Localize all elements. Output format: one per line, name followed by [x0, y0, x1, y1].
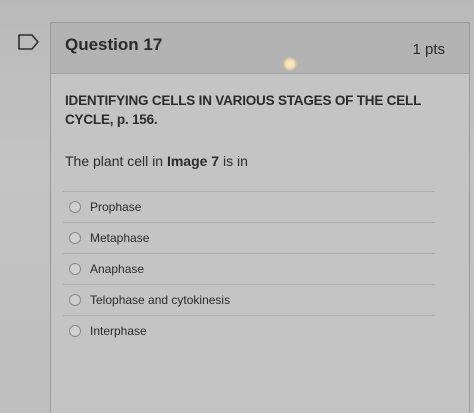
flag-question-icon[interactable] [18, 34, 40, 50]
answer-option[interactable]: Interphase [63, 315, 435, 346]
answer-list: Prophase Metaphase Anaphase Telophase an… [63, 191, 435, 346]
answer-option[interactable]: Anaphase [63, 253, 435, 284]
question-card: Question 17 1 pts IDENTIFYING CELLS IN V… [50, 22, 470, 413]
radio-button[interactable] [69, 263, 81, 275]
prompt-image-ref: Image 7 [166, 153, 220, 169]
light-glare [283, 57, 297, 71]
question-points: 1 pts [412, 41, 445, 58]
radio-button[interactable] [69, 325, 81, 337]
question-heading: IDENTIFYING CELLS IN VARIOUS STAGES OF T… [65, 93, 421, 127]
answer-option[interactable]: Telophase and cytokinesis [63, 284, 435, 315]
prompt-suffix: is in [219, 153, 248, 169]
answer-label: Anaphase [90, 262, 145, 276]
radio-button[interactable] [69, 201, 81, 213]
radio-button[interactable] [69, 294, 81, 306]
answer-label: Prophase [90, 200, 142, 214]
question-header: Question 17 1 pts [51, 23, 469, 74]
prompt-prefix: The plant cell in [65, 153, 167, 169]
question-title: Question 17 [65, 35, 163, 54]
answer-option[interactable]: Metaphase [63, 222, 435, 253]
answer-label: Telophase and cytokinesis [90, 293, 231, 307]
quiz-page: Question 17 1 pts IDENTIFYING CELLS IN V… [0, 0, 474, 413]
radio-button[interactable] [69, 232, 81, 244]
answer-label: Interphase [90, 324, 147, 338]
answer-label: Metaphase [90, 231, 150, 245]
question-prompt: The plant cell in Image 7 is in [65, 153, 248, 169]
answer-option[interactable]: Prophase [63, 191, 435, 222]
